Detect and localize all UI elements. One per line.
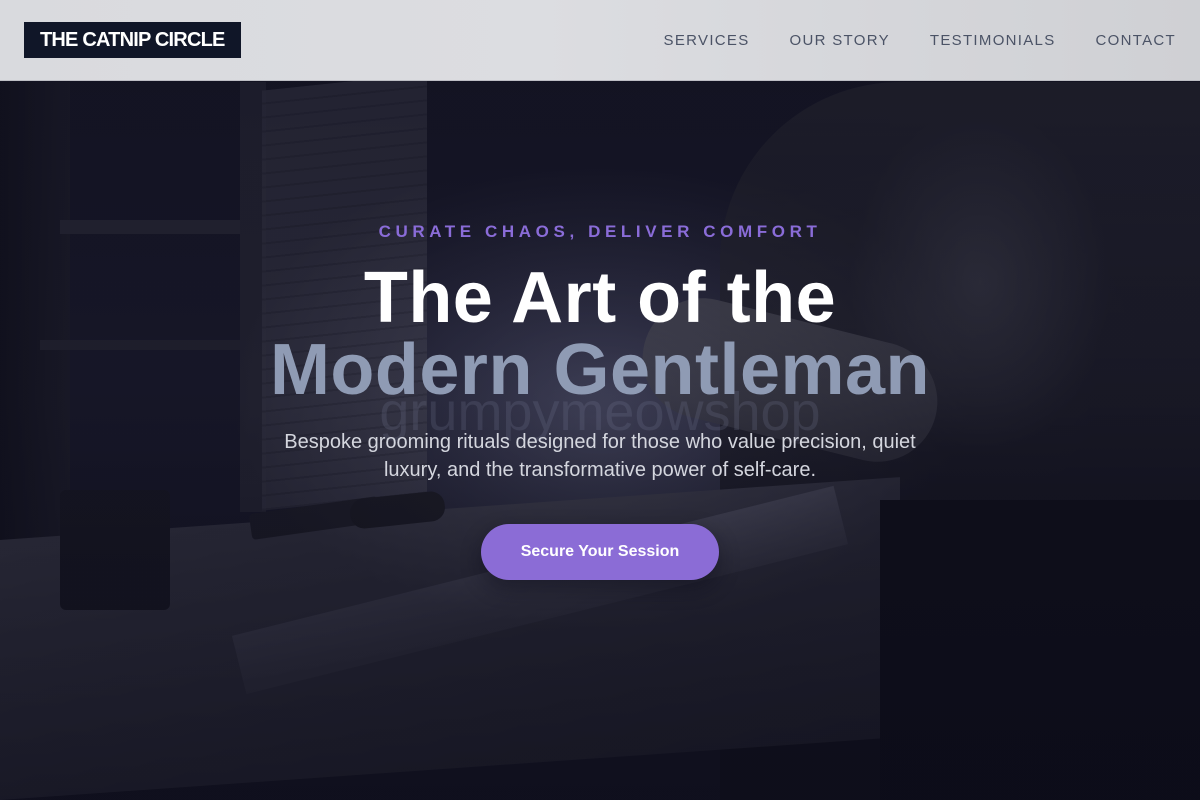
hero-eyebrow: CURATE CHAOS, DELIVER COMFORT [378, 222, 822, 241]
secure-session-button[interactable]: Secure Your Session [481, 524, 719, 580]
hero-section: CURATE CHAOS, DELIVER COMFORT The Art of… [0, 0, 1200, 800]
hero-headline-line1: The Art of the [363, 258, 837, 338]
hero-subtitle: Bespoke grooming rituals designed for th… [284, 431, 916, 481]
